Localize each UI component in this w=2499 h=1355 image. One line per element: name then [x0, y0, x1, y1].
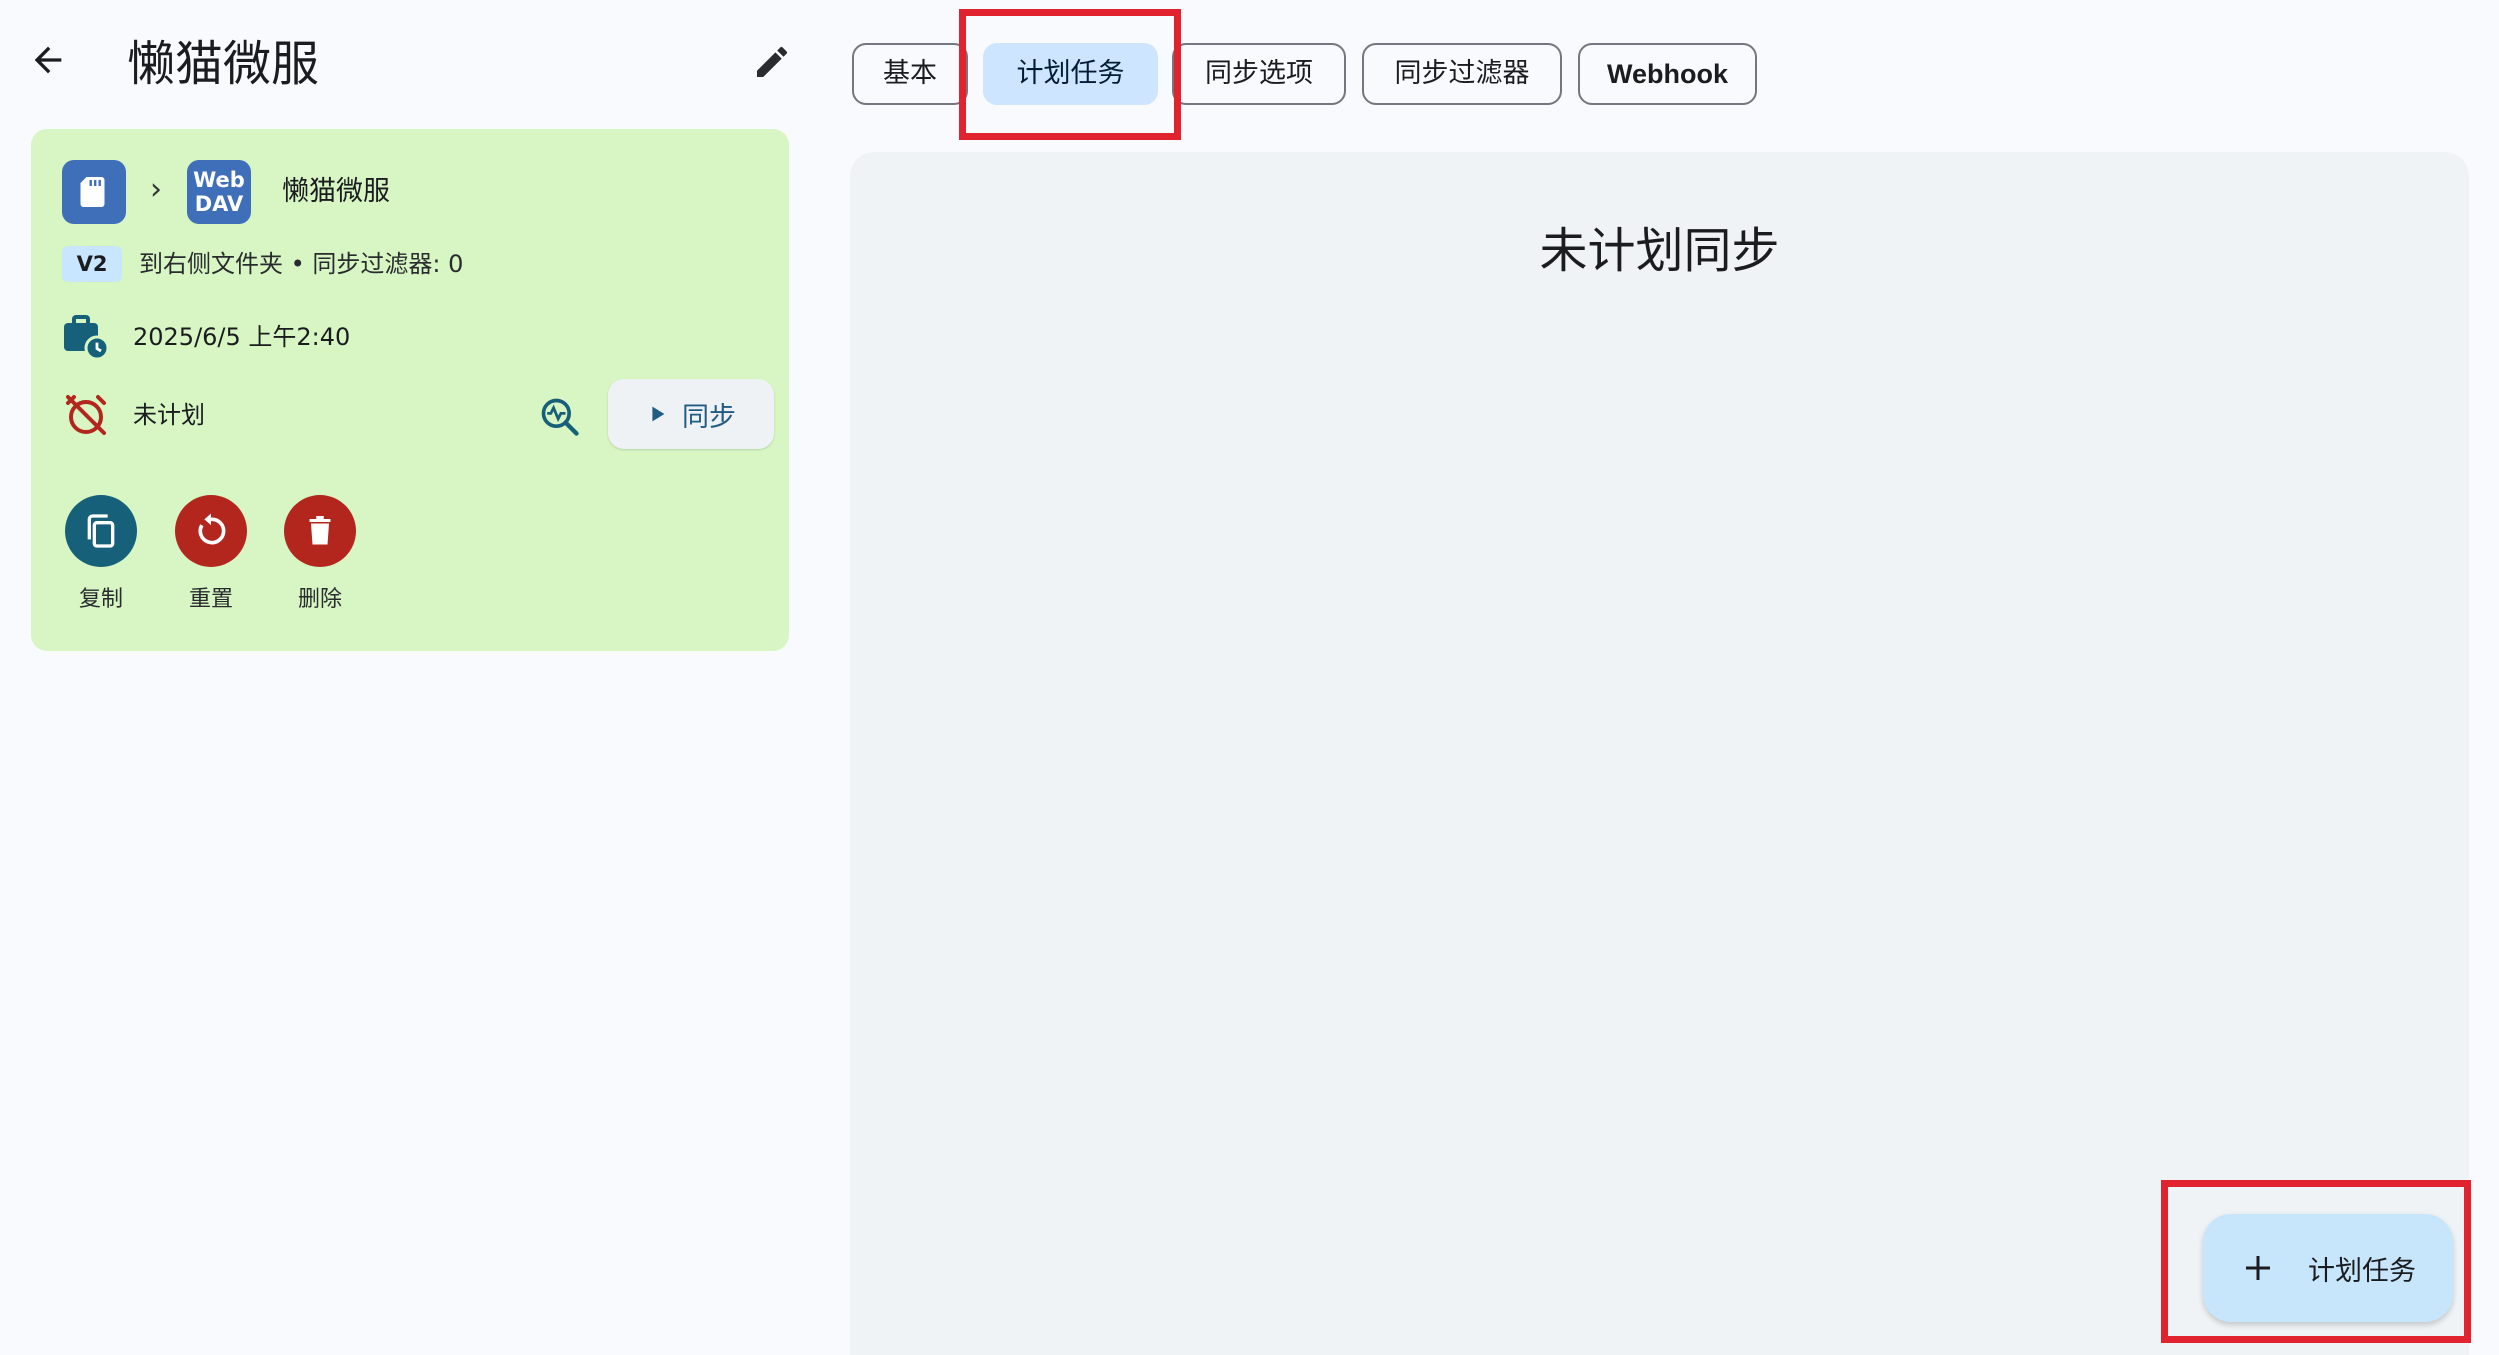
schedule-panel: [850, 152, 2469, 1355]
highlight-box-tab: [959, 9, 1181, 140]
empty-state-message: 未计划同步: [1539, 223, 1780, 279]
webdav-line1: Web: [193, 168, 245, 192]
arrow-back-icon: [34, 46, 62, 74]
copy-button[interactable]: [65, 495, 137, 567]
sync-info-text: 到右侧文件夹 • 同步过滤器: 0: [139, 250, 464, 278]
copy-icon: [87, 514, 115, 548]
chevron-right-icon: ›: [150, 172, 162, 207]
tab-sync-filters[interactable]: 同步过滤器: [1362, 43, 1562, 105]
reset-button[interactable]: [175, 495, 247, 567]
schedule-status: 未计划: [133, 401, 205, 429]
highlight-box-fab: [2161, 1180, 2471, 1343]
webdav-line2: DAV: [194, 192, 244, 216]
sync-button-label: 同步: [682, 401, 736, 433]
refresh-icon: [198, 513, 226, 545]
tab-basic[interactable]: 基本: [852, 43, 968, 105]
sync-button[interactable]: 同步: [608, 379, 774, 449]
page-title: 懒猫微服: [127, 36, 320, 92]
version-badge: V2: [62, 246, 122, 282]
webdav-icon: Web DAV: [187, 160, 251, 224]
delete-caption: 删除: [297, 587, 342, 612]
delete-button[interactable]: [284, 495, 356, 567]
back-button[interactable]: [20, 32, 76, 88]
calendar-clock-icon: [62, 313, 110, 361]
copy-caption: 复制: [78, 587, 123, 612]
analyze-button[interactable]: [532, 389, 588, 445]
card-name: 懒猫微服: [282, 176, 390, 207]
sd-card-icon: [62, 160, 126, 224]
pencil-icon: [757, 46, 788, 77]
edit-button[interactable]: [744, 34, 800, 90]
reset-caption: 重置: [188, 587, 233, 612]
tab-webhook[interactable]: Webhook: [1578, 43, 1757, 105]
alarm-off-icon: [62, 391, 110, 439]
last-sync-time: 2025/6/5 上午2:40: [133, 323, 351, 351]
tab-sync-options[interactable]: 同步选项: [1172, 43, 1346, 105]
play-icon: [652, 406, 665, 422]
trash-icon: [309, 516, 331, 545]
search-activity-icon: [541, 398, 579, 436]
